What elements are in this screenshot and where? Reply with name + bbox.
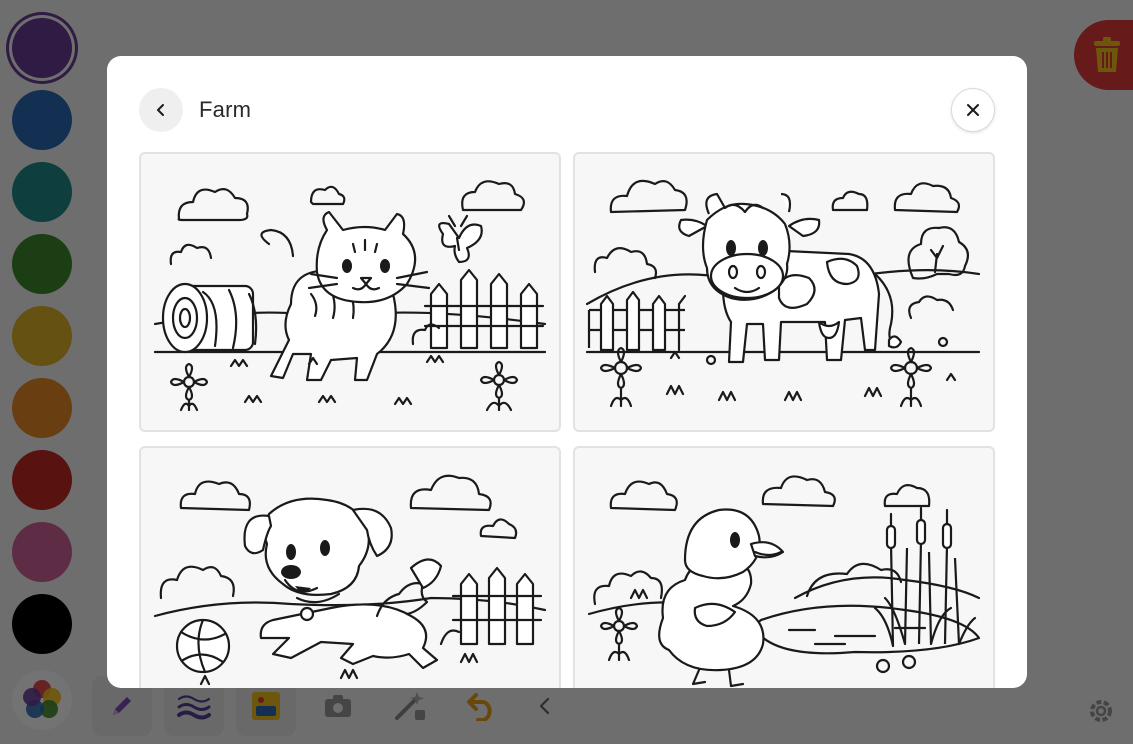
coloring-page-duckling[interactable] <box>573 446 995 688</box>
coloring-page-grid <box>139 152 995 688</box>
duckling-drawing <box>587 475 981 688</box>
dialog-title: Farm <box>199 97 252 122</box>
close-button[interactable] <box>951 88 995 132</box>
close-icon <box>967 104 979 116</box>
dialog-header: Farm <box>139 88 995 132</box>
cow-drawing <box>585 179 981 408</box>
back-button[interactable] <box>139 88 183 132</box>
chevron-left-icon <box>157 104 164 116</box>
kitten-drawing <box>153 180 547 412</box>
puppy-drawing <box>153 474 547 686</box>
coloring-page-cow[interactable] <box>573 152 995 432</box>
coloring-pages-dialog: Farm <box>107 56 1027 688</box>
coloring-page-puppy[interactable] <box>139 446 561 688</box>
coloring-page-kitten[interactable] <box>139 152 561 432</box>
